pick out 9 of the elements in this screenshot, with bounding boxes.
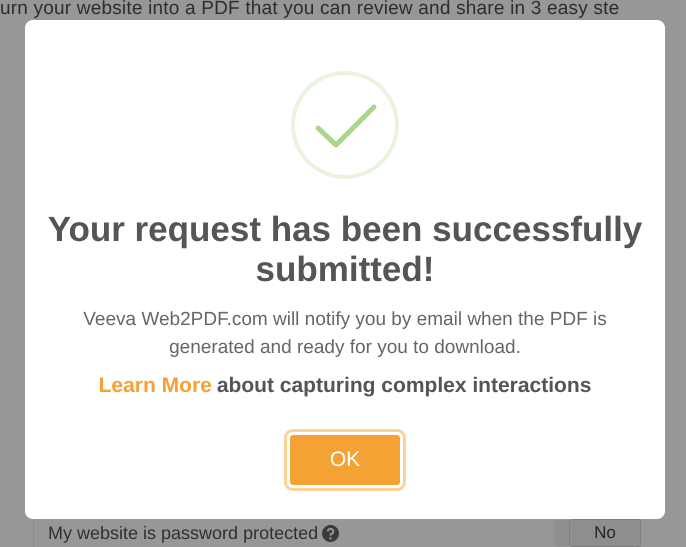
checkmark-icon <box>290 70 400 180</box>
dialog-title: Your request has been successfully submitted! <box>46 210 644 290</box>
page-headline: urn your website into a PDF that you can review and share in 3 easy ste <box>0 0 620 19</box>
learn-more-link[interactable]: Learn More <box>98 374 212 397</box>
learn-more-text: about capturing complex interactions <box>216 374 592 397</box>
dialog-message: Veeva Web2PDF.com will notify you by email when the PDF is generated and ready for you to download. <box>82 308 608 360</box>
ok-button[interactable]: OK <box>287 432 403 488</box>
password-label: My website is password protected <box>48 523 318 543</box>
help-icon[interactable] <box>322 524 340 542</box>
